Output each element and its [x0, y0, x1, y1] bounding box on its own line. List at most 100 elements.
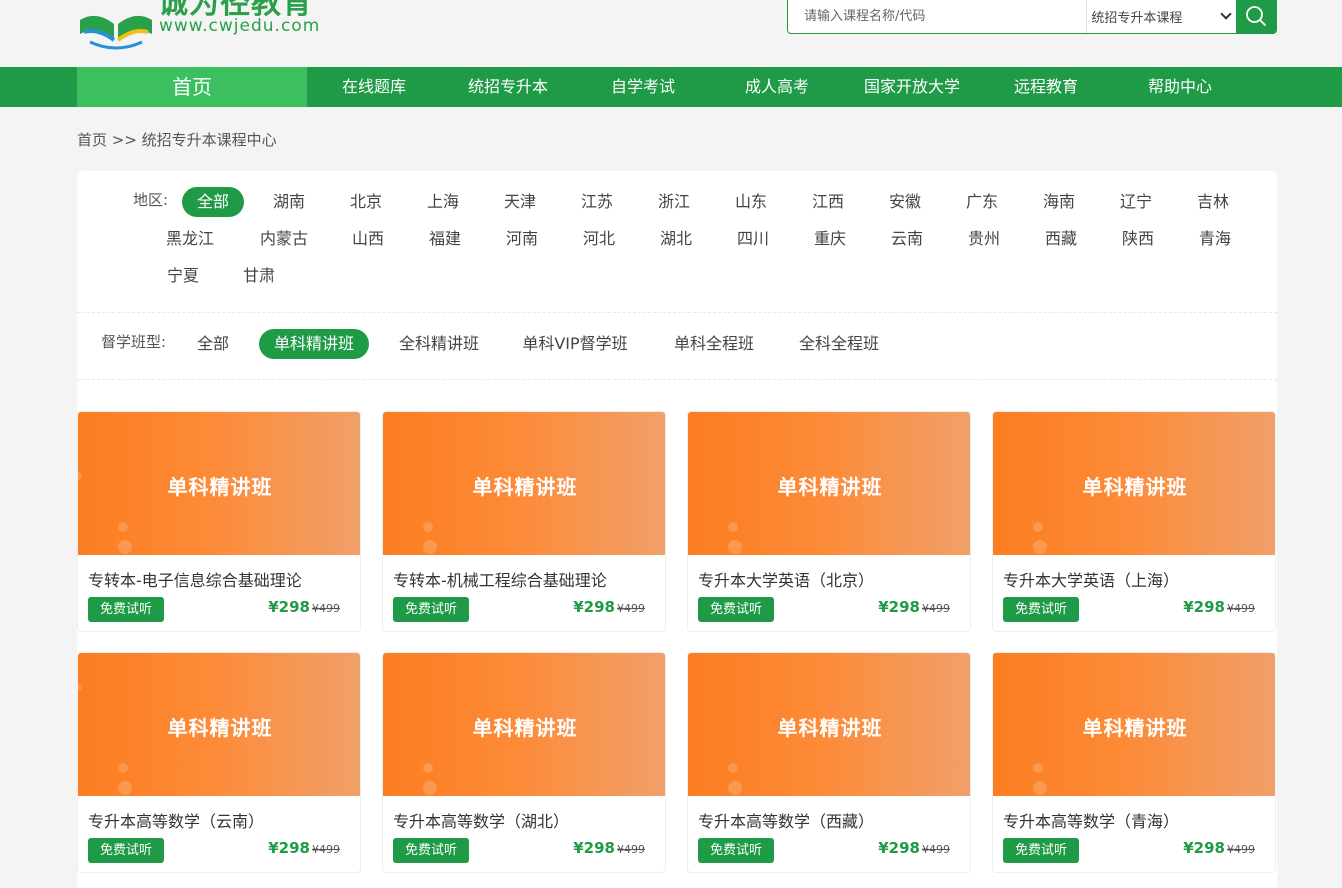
- course-card[interactable]: 单科精讲班 专转本-机械工程综合基础理论 免费试听 ¥298 ¥499: [382, 411, 666, 632]
- region-tag[interactable]: 福建: [415, 224, 475, 254]
- free-trial-button[interactable]: 免费试听: [1003, 597, 1079, 622]
- region-tag[interactable]: 黑龙江: [159, 224, 221, 254]
- region-filter-label: 地区:: [133, 191, 169, 209]
- site-logo[interactable]: 诚为径教育 www.cwjedu.com: [76, 0, 346, 50]
- course-banner: 单科精讲班: [993, 653, 1275, 796]
- region-tag[interactable]: 青海: [1185, 224, 1245, 254]
- region-tag[interactable]: 西藏: [1031, 224, 1091, 254]
- region-tag[interactable]: 上海: [413, 187, 473, 217]
- free-trial-button[interactable]: 免费试听: [393, 597, 469, 622]
- course-card[interactable]: 单科精讲班 专升本高等数学（云南） 免费试听 ¥298 ¥499: [77, 652, 361, 873]
- current-price: ¥298: [268, 839, 310, 857]
- course-price: ¥298 ¥499: [268, 598, 340, 616]
- filter-divider: [77, 312, 1277, 313]
- region-tag[interactable]: 宁夏: [153, 261, 213, 291]
- region-tag[interactable]: 浙江: [644, 187, 704, 217]
- course-price: ¥298 ¥499: [1183, 598, 1255, 616]
- region-tag[interactable]: 重庆: [800, 224, 860, 254]
- class-type-tag[interactable]: 全部: [185, 329, 241, 359]
- original-price: ¥499: [1227, 602, 1255, 615]
- free-trial-button[interactable]: 免费试听: [88, 838, 164, 863]
- nav-item-self-study-exam[interactable]: 自学考试: [590, 67, 696, 107]
- course-card[interactable]: 单科精讲班 专升本高等数学（西藏） 免费试听 ¥298 ¥499: [687, 652, 971, 873]
- course-banner: 单科精讲班: [78, 653, 360, 796]
- region-tag[interactable]: 广东: [952, 187, 1012, 217]
- search-input[interactable]: [788, 0, 1087, 33]
- search-icon: [1246, 6, 1267, 27]
- course-banner: 单科精讲班: [993, 412, 1275, 555]
- nav-item-help-center[interactable]: 帮助中心: [1128, 67, 1232, 107]
- free-trial-button[interactable]: 免费试听: [88, 597, 164, 622]
- nav-item-upgrade[interactable]: 统招专升本: [452, 67, 564, 107]
- region-tag[interactable]: 山东: [721, 187, 781, 217]
- site-header: 诚为径教育 www.cwjedu.com 统招专升本课程: [0, 0, 1342, 67]
- region-tag[interactable]: 河南: [492, 224, 552, 254]
- region-tag[interactable]: 云南: [877, 224, 937, 254]
- course-price: ¥298 ¥499: [268, 839, 340, 857]
- region-tag[interactable]: 湖北: [646, 224, 706, 254]
- nav-item-adult-exam[interactable]: 成人高考: [724, 67, 830, 107]
- region-tag[interactable]: 北京: [336, 187, 396, 217]
- region-tag[interactable]: 内蒙古: [253, 224, 315, 254]
- breadcrumb: 首页 >> 统招专升本课程中心: [77, 131, 277, 149]
- course-type-select[interactable]: 统招专升本课程: [1086, 0, 1236, 33]
- region-tag[interactable]: 海南: [1029, 187, 1089, 217]
- course-banner: 单科精讲班: [383, 653, 665, 796]
- class-type-tag[interactable]: 全科全程班: [784, 329, 894, 359]
- region-tag[interactable]: 全部: [182, 187, 244, 217]
- region-tag[interactable]: 辽宁: [1106, 187, 1166, 217]
- region-tag[interactable]: 陕西: [1108, 224, 1168, 254]
- region-tag[interactable]: 河北: [569, 224, 629, 254]
- course-card[interactable]: 单科精讲班 专升本高等数学（湖北） 免费试听 ¥298 ¥499: [382, 652, 666, 873]
- nav-item-open-university[interactable]: 国家开放大学: [856, 67, 968, 107]
- search-button[interactable]: [1236, 0, 1276, 34]
- original-price: ¥499: [312, 602, 340, 615]
- course-price: ¥298 ¥499: [1183, 839, 1255, 857]
- course-banner-title: 单科精讲班: [777, 475, 883, 499]
- course-banner-title: 单科精讲班: [777, 716, 883, 740]
- course-title[interactable]: 专转本-电子信息综合基础理论: [88, 567, 302, 591]
- region-tag[interactable]: 贵州: [954, 224, 1014, 254]
- course-card[interactable]: 单科精讲班 专升本大学英语（上海） 免费试听 ¥298 ¥499: [992, 411, 1276, 632]
- class-type-tag[interactable]: 单科精讲班: [259, 329, 369, 359]
- original-price: ¥499: [617, 602, 645, 615]
- course-title[interactable]: 专升本高等数学（云南）: [88, 808, 264, 832]
- course-title[interactable]: 专升本高等数学（青海）: [1003, 808, 1179, 832]
- region-tag[interactable]: 山西: [338, 224, 398, 254]
- class-type-tag[interactable]: 单科全程班: [659, 329, 769, 359]
- search-bar: 统招专升本课程: [787, 0, 1277, 34]
- region-tag[interactable]: 江苏: [567, 187, 627, 217]
- nav-item-home[interactable]: 首页: [77, 67, 307, 107]
- main-nav: 首页 在线题库 统招专升本 自学考试 成人高考 国家开放大学 远程教育 帮助中心: [0, 67, 1342, 107]
- region-tag[interactable]: 四川: [723, 224, 783, 254]
- free-trial-button[interactable]: 免费试听: [698, 838, 774, 863]
- course-title[interactable]: 专升本高等数学（西藏）: [698, 808, 874, 832]
- free-trial-button[interactable]: 免费试听: [393, 838, 469, 863]
- logo-url: www.cwjedu.com: [159, 16, 321, 36]
- original-price: ¥499: [312, 843, 340, 856]
- course-title[interactable]: 专转本-机械工程综合基础理论: [393, 567, 607, 591]
- course-banner: 单科精讲班: [78, 412, 360, 555]
- class-type-tag[interactable]: 单科VIP督学班: [509, 329, 641, 359]
- original-price: ¥499: [1227, 843, 1255, 856]
- course-card[interactable]: 单科精讲班 专升本高等数学（青海） 免费试听 ¥298 ¥499: [992, 652, 1276, 873]
- nav-item-distance-education[interactable]: 远程教育: [994, 67, 1098, 107]
- region-tag[interactable]: 湖南: [259, 187, 319, 217]
- region-tag[interactable]: 天津: [490, 187, 550, 217]
- current-price: ¥298: [1183, 839, 1225, 857]
- course-card[interactable]: 单科精讲班 专升本大学英语（北京） 免费试听 ¥298 ¥499: [687, 411, 971, 632]
- course-title[interactable]: 专升本高等数学（湖北）: [393, 808, 569, 832]
- current-price: ¥298: [878, 598, 920, 616]
- region-tag[interactable]: 吉林: [1183, 187, 1243, 217]
- course-card[interactable]: 单科精讲班 专转本-电子信息综合基础理论 免费试听 ¥298 ¥499: [77, 411, 361, 632]
- free-trial-button[interactable]: 免费试听: [1003, 838, 1079, 863]
- region-tag[interactable]: 江西: [798, 187, 858, 217]
- course-title[interactable]: 专升本大学英语（北京）: [698, 567, 874, 591]
- free-trial-button[interactable]: 免费试听: [698, 597, 774, 622]
- region-tag[interactable]: 甘肃: [229, 261, 289, 291]
- course-title[interactable]: 专升本大学英语（上海）: [1003, 567, 1179, 591]
- class-type-tag[interactable]: 全科精讲班: [384, 329, 494, 359]
- course-banner: 单科精讲班: [688, 653, 970, 796]
- region-tag[interactable]: 安徽: [875, 187, 935, 217]
- nav-item-question-bank[interactable]: 在线题库: [320, 67, 428, 107]
